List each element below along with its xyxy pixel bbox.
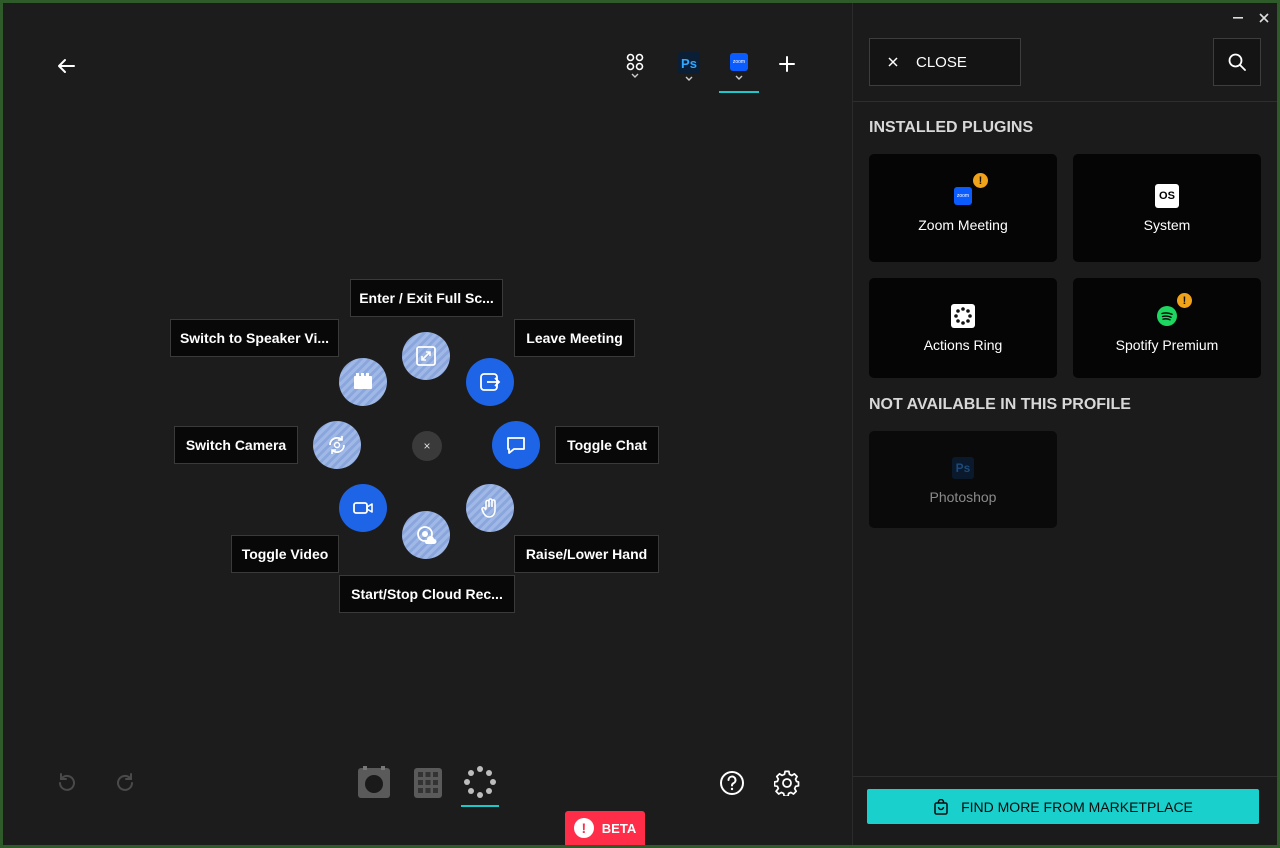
- help-icon[interactable]: [715, 766, 749, 800]
- beta-badge[interactable]: ! BETA: [565, 811, 645, 845]
- divider: [853, 101, 1277, 102]
- undo-icon[interactable]: [49, 766, 83, 800]
- video-camera-icon: [353, 502, 373, 514]
- cloud-record-label[interactable]: Start/Stop Cloud Rec...: [339, 575, 515, 613]
- plugin-zoom-meeting[interactable]: zoom ! Zoom Meeting: [869, 154, 1057, 262]
- plugin-photoshop[interactable]: Ps Photoshop: [869, 431, 1057, 528]
- plugin-system[interactable]: OS System: [1073, 154, 1261, 262]
- raise-hand-label[interactable]: Raise/Lower Hand: [514, 535, 659, 573]
- chevron-down-icon: [631, 73, 639, 78]
- device-layout-icon[interactable]: [357, 765, 391, 799]
- spotify-icon: !: [1154, 293, 1192, 329]
- marketplace-label: FIND MORE FROM MARKETPLACE: [961, 798, 1193, 815]
- fullscreen-action-button[interactable]: [402, 332, 450, 380]
- plugin-label: Zoom Meeting: [918, 217, 1008, 233]
- zoom-icon: zoom !: [950, 173, 988, 209]
- gear-icon[interactable]: [770, 766, 804, 800]
- profile-tab-default[interactable]: [615, 47, 655, 93]
- toggle-video-action-button[interactable]: [339, 484, 387, 532]
- zoom-icon: zoom: [730, 53, 748, 71]
- profile-tab-zoom[interactable]: zoom: [719, 47, 759, 93]
- plugin-actions-ring[interactable]: Actions Ring: [869, 278, 1057, 378]
- keypad-layout-icon[interactable]: [411, 766, 445, 800]
- close-panel-button[interactable]: CLOSE: [869, 38, 1021, 86]
- beta-label: BETA: [601, 820, 637, 836]
- plugin-side-panel: CLOSE INSTALLED PLUGINS zoom ! Zoom Meet…: [852, 3, 1277, 845]
- hand-icon: [481, 498, 496, 518]
- speaker-view-label[interactable]: Switch to Speaker Vi...: [170, 319, 339, 357]
- marketplace-button[interactable]: FIND MORE FROM MARKETPLACE: [867, 789, 1259, 824]
- actions-ring-layout-icon[interactable]: [461, 765, 499, 807]
- expand-icon: [416, 346, 436, 366]
- plugin-label: Actions Ring: [923, 337, 1003, 353]
- main-area: Ps zoom × Enter / Exit Full Sc... Leave …: [3, 3, 852, 845]
- installed-plugins-title: INSTALLED PLUGINS: [869, 119, 1034, 136]
- plugin-label: System: [1143, 217, 1191, 233]
- leave-meeting-action-button[interactable]: [466, 358, 514, 406]
- chat-icon: [507, 437, 525, 454]
- gallery-view-icon: [354, 373, 372, 389]
- photoshop-icon: Ps: [950, 455, 976, 481]
- minimize-icon[interactable]: [1228, 9, 1248, 27]
- search-button[interactable]: [1213, 38, 1261, 86]
- plus-icon[interactable]: [775, 52, 799, 76]
- speaker-view-action-button[interactable]: [339, 358, 387, 406]
- cloud-record-icon: [417, 526, 437, 544]
- switch-camera-icon: [329, 436, 345, 454]
- shopping-bag-icon: [934, 798, 948, 815]
- chevron-down-icon: [685, 76, 693, 81]
- redo-icon[interactable]: [109, 766, 143, 800]
- close-label: CLOSE: [916, 53, 967, 71]
- cloud-record-action-button[interactable]: [402, 511, 450, 559]
- actions-ring-icon: [950, 303, 976, 329]
- switch-camera-action-button[interactable]: [313, 421, 361, 469]
- leave-meeting-label[interactable]: Leave Meeting: [514, 319, 635, 357]
- fullscreen-label[interactable]: Enter / Exit Full Sc...: [350, 279, 503, 317]
- plugin-label: Photoshop: [929, 488, 997, 505]
- os-icon: OS: [1154, 183, 1180, 209]
- close-ring-button[interactable]: ×: [412, 431, 442, 461]
- toggle-chat-action-button[interactable]: [492, 421, 540, 469]
- toggle-video-label[interactable]: Toggle Video: [231, 535, 339, 573]
- arrow-left-icon[interactable]: [51, 51, 81, 81]
- exit-icon: [480, 373, 501, 391]
- unavailable-plugins-title: NOT AVAILABLE IN THIS PROFILE: [869, 396, 1131, 413]
- plugin-spotify-premium[interactable]: ! Spotify Premium: [1073, 278, 1261, 378]
- photoshop-icon: Ps: [678, 52, 700, 74]
- warning-icon: !: [1177, 293, 1192, 308]
- profile-tab-photoshop[interactable]: Ps: [669, 47, 709, 93]
- alert-icon: !: [573, 818, 594, 838]
- app-window: Ps zoom × Enter / Exit Full Sc... Leave …: [3, 3, 1277, 845]
- grid-dots-icon: [626, 53, 644, 71]
- warning-icon: !: [973, 173, 988, 188]
- raise-hand-action-button[interactable]: [466, 484, 514, 532]
- plugin-label: Spotify Premium: [1115, 337, 1219, 353]
- window-close-icon[interactable]: [1254, 9, 1274, 27]
- search-icon: [1228, 53, 1246, 71]
- switch-camera-label[interactable]: Switch Camera: [174, 426, 298, 464]
- toggle-chat-label[interactable]: Toggle Chat: [555, 426, 659, 464]
- chevron-down-icon: [735, 75, 743, 80]
- divider: [853, 776, 1277, 777]
- close-icon: [888, 57, 898, 67]
